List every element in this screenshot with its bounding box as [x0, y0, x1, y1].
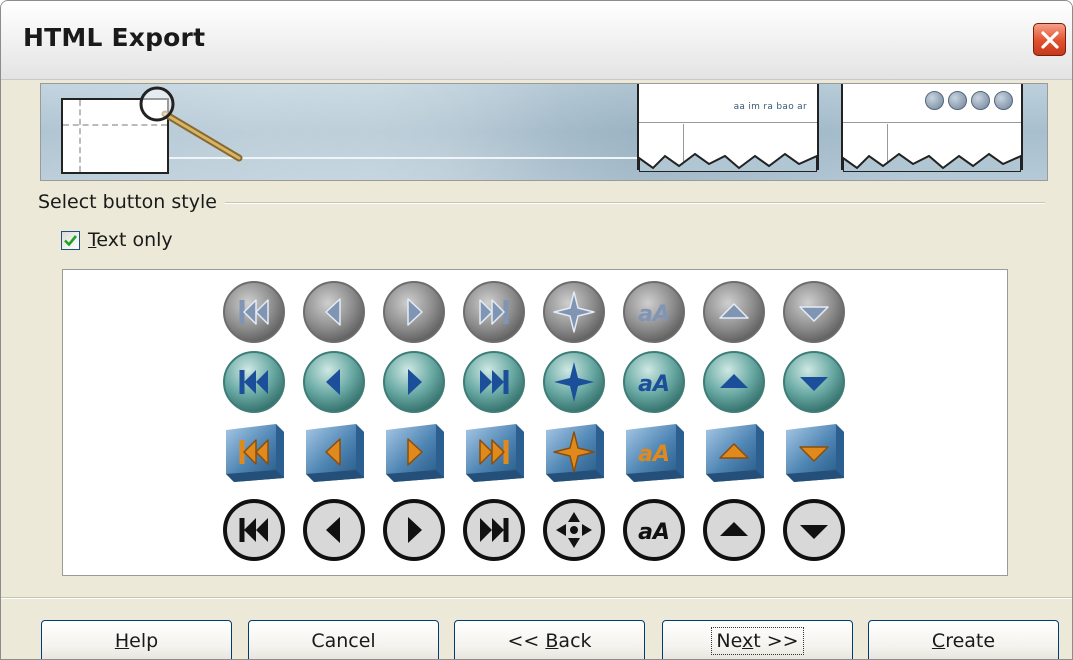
button-style-row-teal[interactable]: aA: [222, 350, 846, 414]
close-icon: [1041, 31, 1059, 49]
html-export-dialog: HTML Export aa im ra bao ar Select butto…: [0, 0, 1073, 660]
first-icon[interactable]: [222, 350, 286, 414]
down-icon[interactable]: [782, 420, 846, 484]
previous-icon[interactable]: [302, 280, 366, 344]
svg-text:aA: aA: [638, 520, 670, 545]
text-size-icon[interactable]: aA: [622, 420, 686, 484]
navigation-icon[interactable]: [542, 498, 606, 562]
last-icon[interactable]: [462, 498, 526, 562]
text-size-icon[interactable]: aA: [622, 350, 686, 414]
footer-divider: [1, 597, 1072, 599]
button-style-row-outline[interactable]: aA: [222, 498, 846, 562]
down-icon[interactable]: [782, 498, 846, 562]
up-icon[interactable]: [702, 350, 766, 414]
svg-text:aA: aA: [638, 372, 670, 397]
svg-text:aA: aA: [638, 442, 670, 467]
close-button[interactable]: [1033, 23, 1066, 56]
next-icon[interactable]: [382, 420, 446, 484]
text-only-option[interactable]: Text only: [61, 229, 173, 251]
text-size-icon[interactable]: aA: [622, 498, 686, 562]
next-button[interactable]: Next >>: [662, 620, 853, 659]
next-icon[interactable]: [382, 280, 446, 344]
next-icon[interactable]: [382, 350, 446, 414]
first-icon[interactable]: [222, 498, 286, 562]
last-icon[interactable]: [462, 420, 526, 484]
previous-icon[interactable]: [302, 420, 366, 484]
svg-text:aA: aA: [638, 302, 670, 327]
title-bar[interactable]: HTML Export: [1, 1, 1072, 80]
up-icon[interactable]: [702, 498, 766, 562]
button-style-row-grey[interactable]: aA: [222, 280, 846, 344]
wizard-banner: aa im ra bao ar: [40, 83, 1048, 181]
text-only-checkbox[interactable]: [61, 230, 80, 250]
create-button[interactable]: Create: [868, 620, 1059, 659]
nav-text-preview: aa im ra bao ar: [733, 102, 807, 112]
torn-edge: [843, 152, 1021, 172]
first-icon[interactable]: [222, 420, 286, 484]
down-icon[interactable]: [782, 350, 846, 414]
button-style-grid[interactable]: aA aA aA aA: [62, 269, 1008, 576]
navigation-icon[interactable]: [542, 420, 606, 484]
last-icon[interactable]: [462, 350, 526, 414]
navigation-icon[interactable]: [542, 280, 606, 344]
checkmark-icon: [64, 234, 78, 246]
section-label: Select button style: [38, 191, 225, 213]
cancel-button[interactable]: Cancel: [248, 620, 439, 659]
magnifier-icon: [139, 86, 243, 162]
previous-icon[interactable]: [302, 350, 366, 414]
torn-edge: [639, 152, 817, 172]
page-preview-text-nav: aa im ra bao ar: [637, 84, 819, 172]
down-icon[interactable]: [782, 280, 846, 344]
page-preview-button-nav: [841, 84, 1023, 172]
back-button[interactable]: << Back: [454, 620, 645, 659]
up-icon[interactable]: [702, 420, 766, 484]
navigation-icon[interactable]: [542, 350, 606, 414]
help-button[interactable]: Help: [41, 620, 232, 659]
next-icon[interactable]: [382, 498, 446, 562]
window-title: HTML Export: [23, 23, 206, 52]
text-size-icon[interactable]: aA: [622, 280, 686, 344]
first-icon[interactable]: [222, 280, 286, 344]
up-icon[interactable]: [702, 280, 766, 344]
button-style-row-cube[interactable]: aA: [222, 420, 846, 484]
last-icon[interactable]: [462, 280, 526, 344]
previous-icon[interactable]: [302, 498, 366, 562]
text-only-label: Text only: [88, 229, 173, 251]
